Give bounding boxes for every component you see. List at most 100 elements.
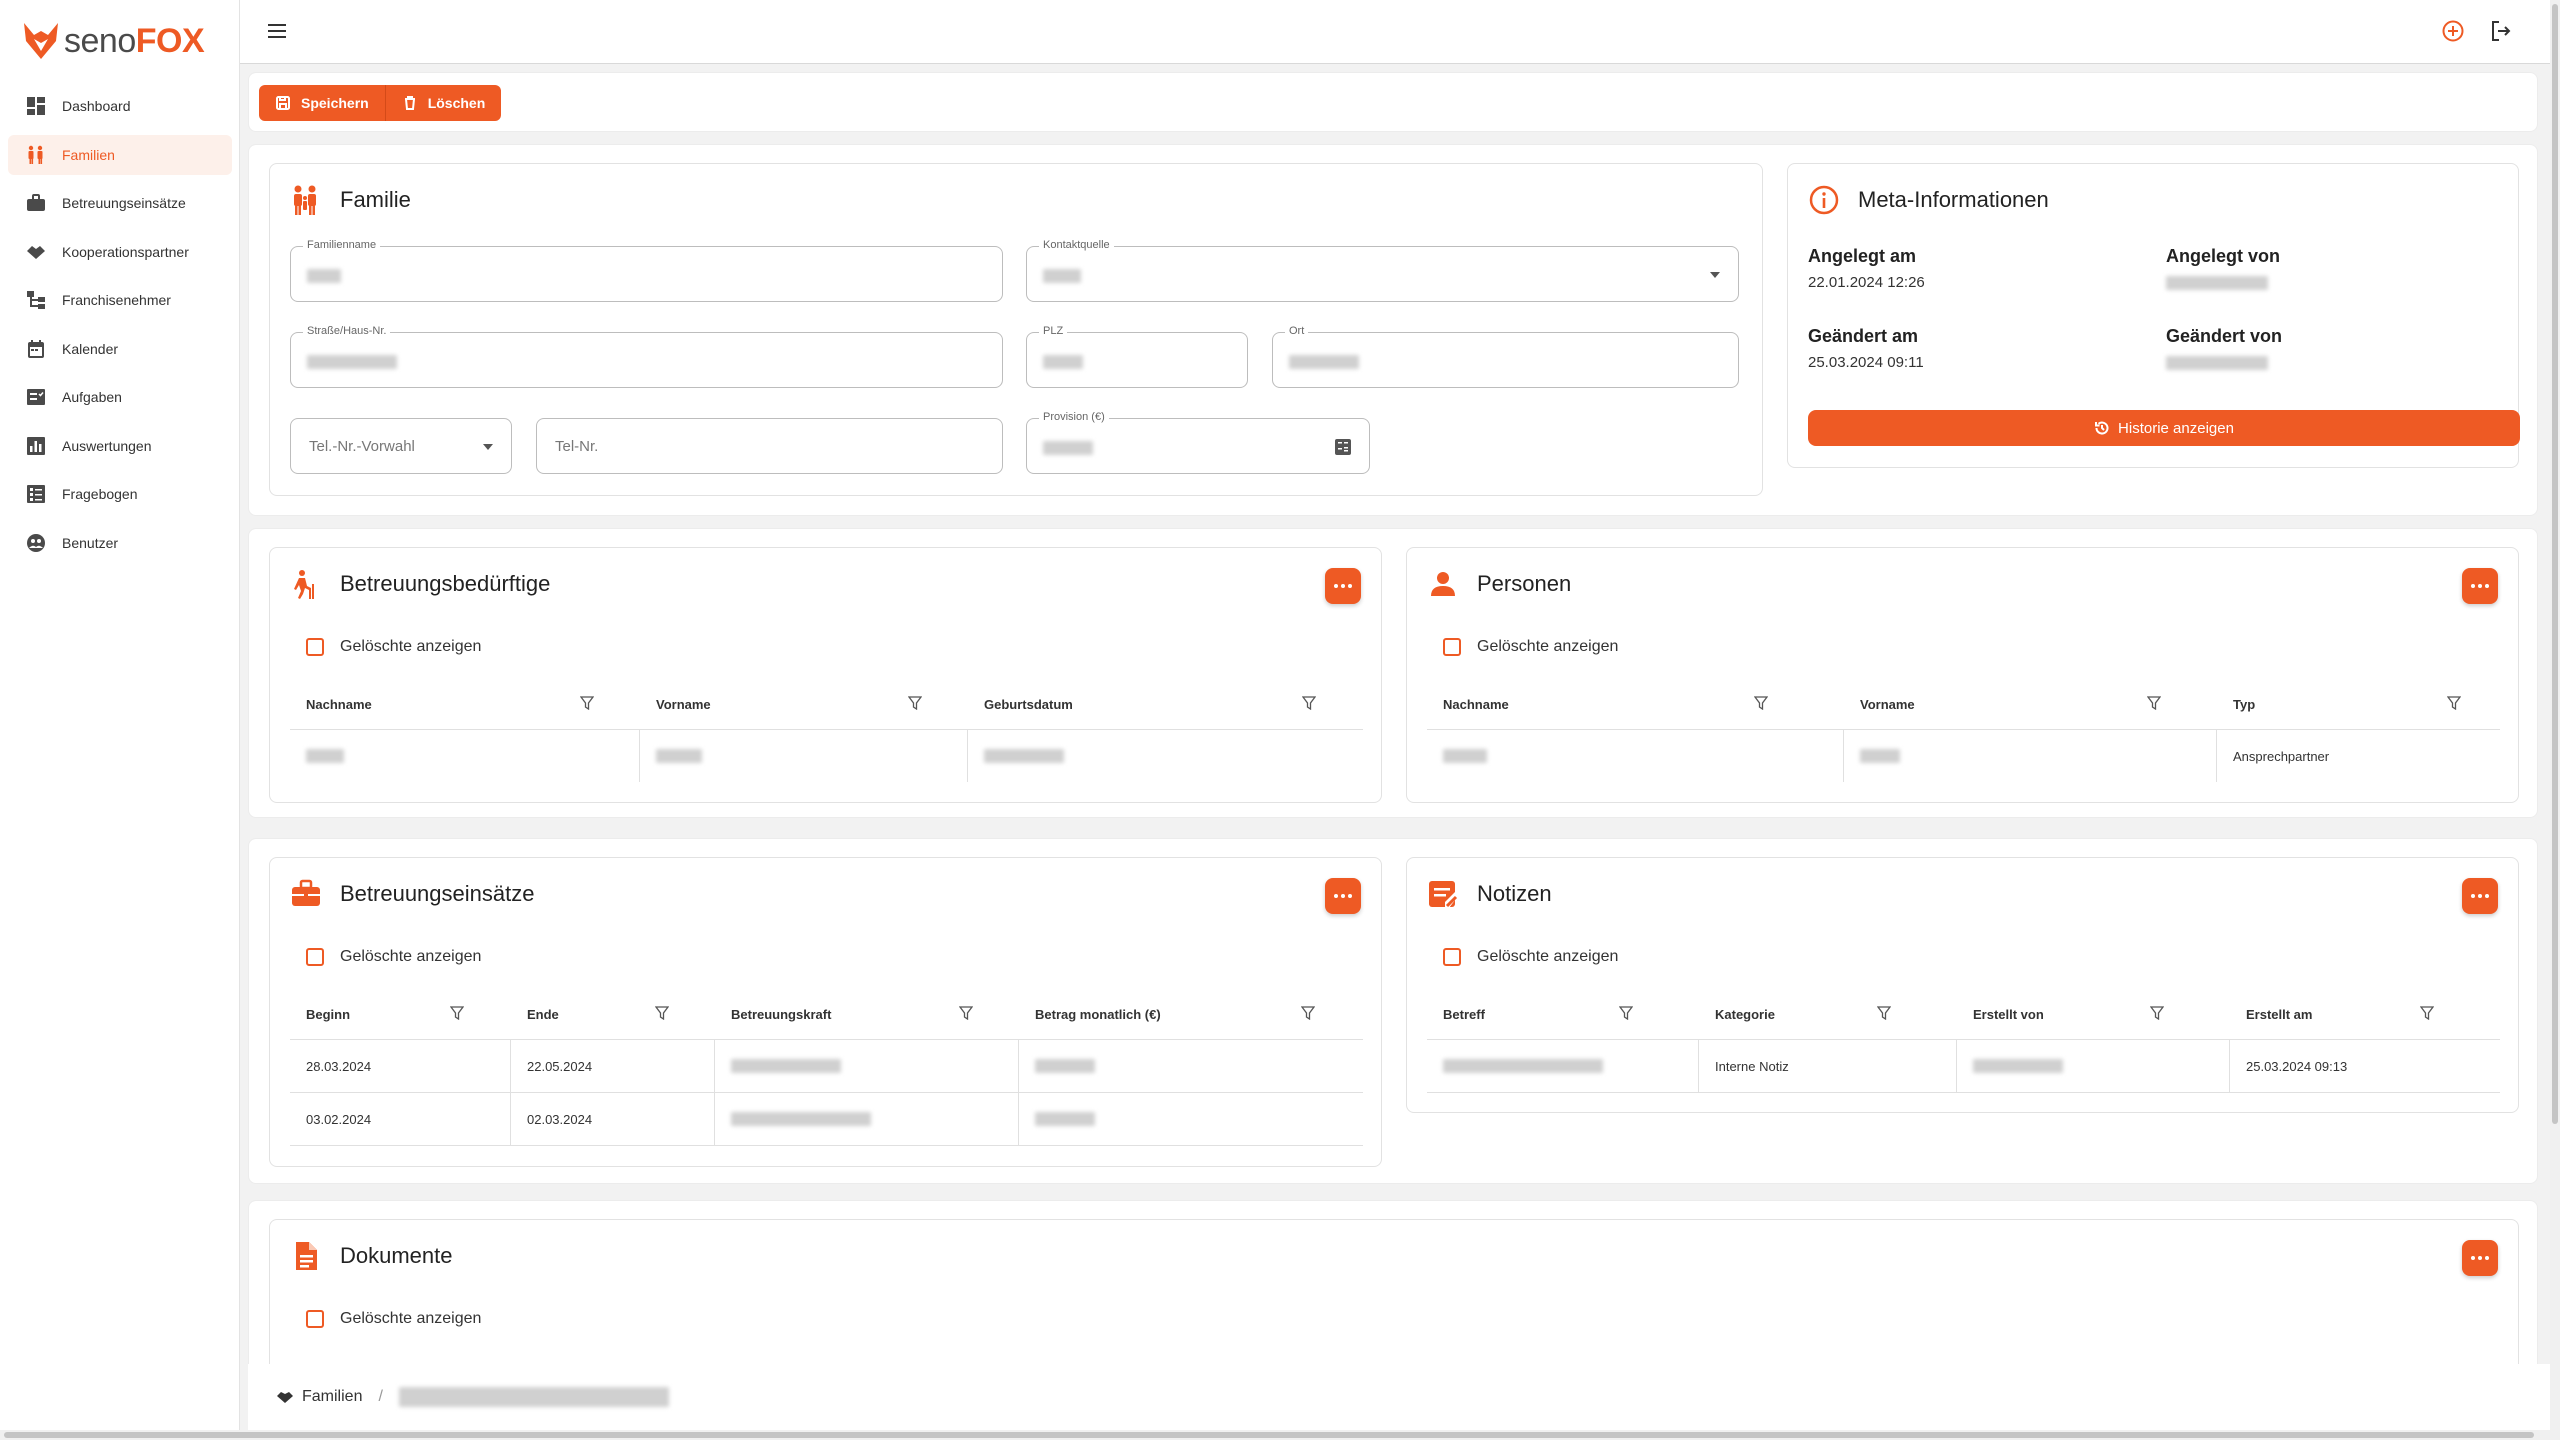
plz-field[interactable]: PLZ bbox=[1026, 325, 1248, 388]
personen-title: Personen bbox=[1427, 568, 1571, 600]
sidebar-item-dashboard[interactable]: Dashboard bbox=[8, 86, 232, 126]
tel-nr-placeholder: Tel-Nr. bbox=[555, 438, 599, 455]
filter-icon[interactable] bbox=[2420, 1006, 2434, 1020]
column-header-label: Erstellt von bbox=[1973, 1006, 2044, 1022]
table-row[interactable]: 28.03.2024 22.05.2024 bbox=[290, 1040, 1363, 1093]
vertical-scrollbar[interactable] bbox=[2550, 0, 2560, 1440]
table-row[interactable]: 03.02.2024 02.03.2024 bbox=[290, 1093, 1363, 1146]
more-options-button[interactable] bbox=[1325, 568, 1361, 604]
show-deleted-checkbox[interactable]: Gelöschte anzeigen bbox=[306, 948, 481, 966]
logout-icon[interactable] bbox=[2488, 18, 2514, 44]
column-header-vorname[interactable]: Vorname bbox=[1844, 678, 2217, 730]
chart-icon bbox=[27, 436, 45, 455]
column-header-kategorie[interactable]: Kategorie bbox=[1699, 988, 1957, 1040]
notizen-card: Notizen Gelöschte anzeigen Betreff Kateg… bbox=[1406, 857, 2519, 1113]
filter-icon[interactable] bbox=[450, 1006, 464, 1020]
column-header-nachname[interactable]: Nachname bbox=[1427, 678, 1844, 730]
kontaktquelle-select[interactable]: Kontaktquelle bbox=[1026, 239, 1739, 302]
sidebar-item-kooperationspartner[interactable]: Kooperationspartner bbox=[8, 232, 232, 272]
filter-icon[interactable] bbox=[2150, 1006, 2164, 1020]
angelegt-am-value: 22.01.2024 12:26 bbox=[1808, 274, 1925, 291]
delete-button[interactable]: Löschen bbox=[384, 85, 502, 121]
users-icon bbox=[27, 533, 45, 552]
briefcase-icon bbox=[292, 879, 320, 906]
scrollbar-thumb[interactable] bbox=[4, 1432, 2534, 1438]
column-header-label: Typ bbox=[2233, 696, 2256, 712]
calculator-icon[interactable] bbox=[1333, 437, 1353, 457]
familienname-field[interactable]: Familienname bbox=[290, 239, 1003, 302]
column-header-erstellt-von[interactable]: Erstellt von bbox=[1957, 988, 2230, 1040]
sidebar-item-familien[interactable]: Familien bbox=[8, 134, 232, 175]
table-cell bbox=[290, 730, 640, 782]
menu-icon[interactable] bbox=[266, 20, 288, 42]
column-header-geburtsdatum[interactable]: Geburtsdatum bbox=[968, 678, 1363, 730]
personen-title-text: Personen bbox=[1477, 571, 1572, 596]
scrollbar-thumb[interactable] bbox=[2552, 4, 2558, 1124]
table-row[interactable] bbox=[290, 730, 1363, 783]
sidebar-nav: Dashboard Familien Betreuungseinsätze Ko… bbox=[8, 86, 232, 571]
filter-icon[interactable] bbox=[908, 696, 922, 710]
breadcrumb-root[interactable]: Familien bbox=[302, 1388, 362, 1406]
filter-icon[interactable] bbox=[1301, 1006, 1315, 1020]
column-header-beginn[interactable]: Beginn bbox=[290, 988, 511, 1040]
checkbox-box[interactable] bbox=[1443, 948, 1461, 966]
filter-icon[interactable] bbox=[655, 1006, 669, 1020]
filter-icon[interactable] bbox=[959, 1006, 973, 1020]
provision-field[interactable]: Provision (€) bbox=[1026, 411, 1370, 474]
history-button[interactable]: Historie anzeigen bbox=[1808, 410, 2520, 446]
table-row[interactable]: Ansprechpartner bbox=[1427, 730, 2500, 783]
filter-icon[interactable] bbox=[2447, 696, 2461, 710]
horizontal-scrollbar[interactable] bbox=[0, 1430, 2550, 1440]
more-options-button[interactable] bbox=[2462, 1240, 2498, 1276]
tel-vorwahl-select[interactable]: Tel.-Nr.-Vorwahl bbox=[290, 418, 512, 474]
show-deleted-checkbox[interactable]: Gelöschte anzeigen bbox=[1443, 948, 1618, 966]
sidebar-item-label: Betreuungseinsätze bbox=[62, 195, 186, 211]
sidebar-item-benutzer[interactable]: Benutzer bbox=[8, 523, 232, 563]
familie-card-title: Familie bbox=[290, 184, 411, 216]
show-deleted-checkbox[interactable]: Gelöschte anzeigen bbox=[306, 638, 481, 656]
sidebar-item-fragebogen[interactable]: Fragebogen bbox=[8, 474, 232, 514]
action-button-group: Speichern Löschen bbox=[259, 85, 502, 121]
filter-icon[interactable] bbox=[1877, 1006, 1891, 1020]
filter-icon[interactable] bbox=[2147, 696, 2161, 710]
dokumente-title: Dokumente bbox=[290, 1240, 453, 1272]
add-circle-icon[interactable] bbox=[2440, 18, 2466, 44]
column-header-vorname[interactable]: Vorname bbox=[640, 678, 968, 730]
table-row[interactable]: Interne Notiz 25.03.2024 09:13 bbox=[1427, 1040, 2500, 1093]
delete-label: Löschen bbox=[427, 95, 486, 111]
more-options-button[interactable] bbox=[1325, 878, 1361, 914]
tel-nr-field[interactable]: Tel-Nr. bbox=[536, 418, 1003, 474]
strasse-field[interactable]: Straße/Haus-Nr. bbox=[290, 325, 1003, 388]
sidebar-item-aufgaben[interactable]: Aufgaben bbox=[8, 377, 232, 417]
filter-icon[interactable] bbox=[1302, 696, 1316, 710]
sidebar-item-kalender[interactable]: Kalender bbox=[8, 329, 232, 369]
column-header-betrag[interactable]: Betrag monatlich (€) bbox=[1019, 988, 1363, 1040]
column-header-betreff[interactable]: Betreff bbox=[1427, 988, 1699, 1040]
checkbox-box[interactable] bbox=[306, 1310, 324, 1328]
sidebar-item-betreuungseinsaetze[interactable]: Betreuungseinsätze bbox=[8, 183, 232, 223]
elderly-person-icon bbox=[294, 570, 314, 599]
table-cell: 02.03.2024 bbox=[511, 1093, 715, 1145]
show-deleted-checkbox[interactable]: Gelöschte anzeigen bbox=[306, 1310, 481, 1328]
filter-icon[interactable] bbox=[1619, 1006, 1633, 1020]
column-header-ende[interactable]: Ende bbox=[511, 988, 715, 1040]
checkbox-box[interactable] bbox=[306, 638, 324, 656]
sidebar-item-auswertungen[interactable]: Auswertungen bbox=[8, 426, 232, 466]
column-header-nachname[interactable]: Nachname bbox=[290, 678, 640, 730]
sidebar-item-franchisenehmer[interactable]: Franchisenehmer bbox=[8, 280, 232, 320]
column-header-betreuungskraft[interactable]: Betreuungskraft bbox=[715, 988, 1019, 1040]
logo[interactable]: senoFOX bbox=[22, 20, 205, 62]
checkbox-box[interactable] bbox=[1443, 638, 1461, 656]
save-button[interactable]: Speichern bbox=[259, 85, 385, 121]
chevron-down-icon bbox=[1710, 272, 1720, 278]
column-header-typ[interactable]: Typ bbox=[2217, 678, 2500, 730]
show-deleted-checkbox[interactable]: Gelöschte anzeigen bbox=[1443, 638, 1618, 656]
more-options-button[interactable] bbox=[2462, 568, 2498, 604]
family-icon bbox=[28, 145, 43, 164]
filter-icon[interactable] bbox=[1754, 696, 1768, 710]
column-header-erstellt-am[interactable]: Erstellt am bbox=[2230, 988, 2500, 1040]
filter-icon[interactable] bbox=[580, 696, 594, 710]
more-options-button[interactable] bbox=[2462, 878, 2498, 914]
ort-field[interactable]: Ort bbox=[1272, 325, 1739, 388]
checkbox-box[interactable] bbox=[306, 948, 324, 966]
